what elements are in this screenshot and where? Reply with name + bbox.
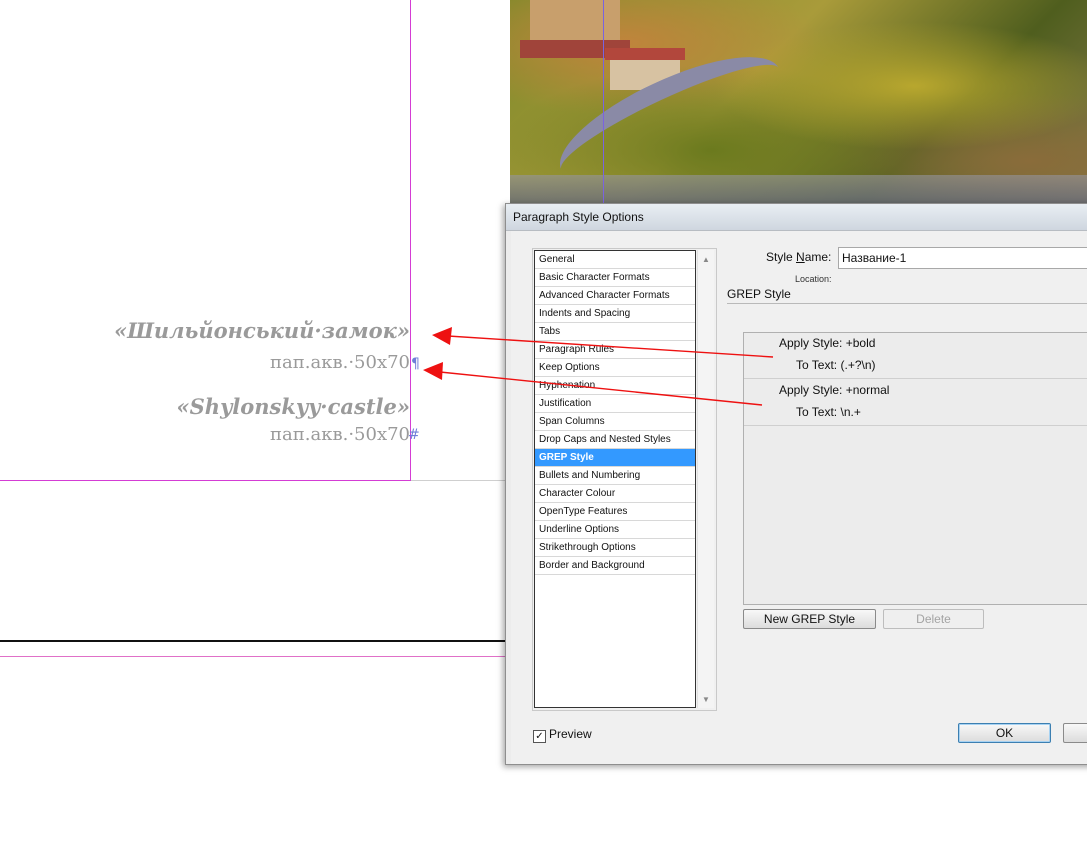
category-item[interactable]: GREP Style: [535, 449, 695, 467]
page-bottom-edge: [0, 640, 510, 642]
grep-style-list[interactable]: Apply Style: +bold To Text: (.+?\n) Appl…: [743, 332, 1087, 605]
category-item[interactable]: Keep Options: [535, 359, 695, 377]
grep-divider: [744, 378, 1087, 379]
checkbox-checked-icon[interactable]: ✓: [533, 730, 546, 743]
scroll-down-icon[interactable]: ▼: [702, 695, 710, 704]
paragraph-style-options-dialog: Paragraph Style Options General Basic Cha…: [505, 203, 1087, 765]
delete-button[interactable]: Delete: [883, 609, 984, 629]
painting-image[interactable]: [510, 0, 1087, 215]
dialog-title: Paragraph Style Options: [513, 210, 644, 224]
category-item[interactable]: General: [535, 251, 695, 269]
painting-roof: [605, 48, 685, 60]
section-divider: [727, 303, 1087, 304]
caption-title-english[interactable]: «Shylonskyy·castle»: [177, 394, 410, 419]
caption-title-ukrainian[interactable]: «Шильйонський·замок»: [114, 318, 410, 343]
category-list[interactable]: General Basic Character Formats Advanced C…: [534, 250, 696, 708]
category-scrollbar[interactable]: ▲ ▼: [697, 250, 714, 708]
grep-to-text-2[interactable]: To Text: \n.+: [796, 405, 861, 419]
cancel-button[interactable]: [1063, 723, 1087, 743]
dialog-titlebar[interactable]: Paragraph Style Options: [506, 204, 1087, 231]
category-item[interactable]: Character Colour: [535, 485, 695, 503]
category-item[interactable]: Advanced Character Formats: [535, 287, 695, 305]
margin-guide-vertical: [410, 0, 411, 481]
grep-apply-style-1[interactable]: Apply Style: +bold: [779, 336, 875, 350]
end-of-story-mark: #: [408, 427, 420, 443]
new-grep-style-button[interactable]: New GREP Style: [743, 609, 876, 629]
category-item[interactable]: OpenType Features: [535, 503, 695, 521]
category-item[interactable]: Basic Character Formats: [535, 269, 695, 287]
grep-divider: [744, 425, 1087, 426]
page-edge-line: [411, 480, 511, 481]
caption-medium-1[interactable]: пап.акв.·50х70: [270, 352, 410, 373]
style-name-input[interactable]: Название-1: [838, 247, 1087, 269]
category-item[interactable]: Strikethrough Options: [535, 539, 695, 557]
caption-medium-2[interactable]: пап.акв.·50х70: [270, 424, 410, 445]
category-item[interactable]: Indents and Spacing: [535, 305, 695, 323]
location-label: Location:: [795, 274, 832, 284]
style-name-label: Style Name:: [766, 250, 832, 264]
category-item[interactable]: Bullets and Numbering: [535, 467, 695, 485]
scroll-up-icon[interactable]: ▲: [702, 255, 710, 264]
paragraph-mark: ¶: [411, 356, 420, 372]
category-item[interactable]: Span Columns: [535, 413, 695, 431]
column-guide: [603, 0, 604, 215]
section-title: GREP Style: [727, 287, 791, 301]
grep-to-text-1[interactable]: To Text: (.+?\n): [796, 358, 876, 372]
category-item[interactable]: Hyphenation: [535, 377, 695, 395]
category-item[interactable]: Border and Background: [535, 557, 695, 575]
grep-apply-style-2[interactable]: Apply Style: +normal: [779, 383, 889, 397]
category-item[interactable]: Justification: [535, 395, 695, 413]
category-item[interactable]: Underline Options: [535, 521, 695, 539]
bleed-guide: [0, 656, 510, 657]
ok-button[interactable]: OK: [958, 723, 1051, 743]
preview-checkbox[interactable]: ✓ Preview: [533, 727, 592, 743]
category-item[interactable]: Drop Caps and Nested Styles: [535, 431, 695, 449]
margin-guide-horizontal: [0, 480, 411, 481]
category-item[interactable]: Tabs: [535, 323, 695, 341]
dialog-content: General Basic Character Formats Advanced C…: [511, 231, 1087, 764]
category-item[interactable]: Paragraph Rules: [535, 341, 695, 359]
preview-label: Preview: [549, 727, 592, 741]
